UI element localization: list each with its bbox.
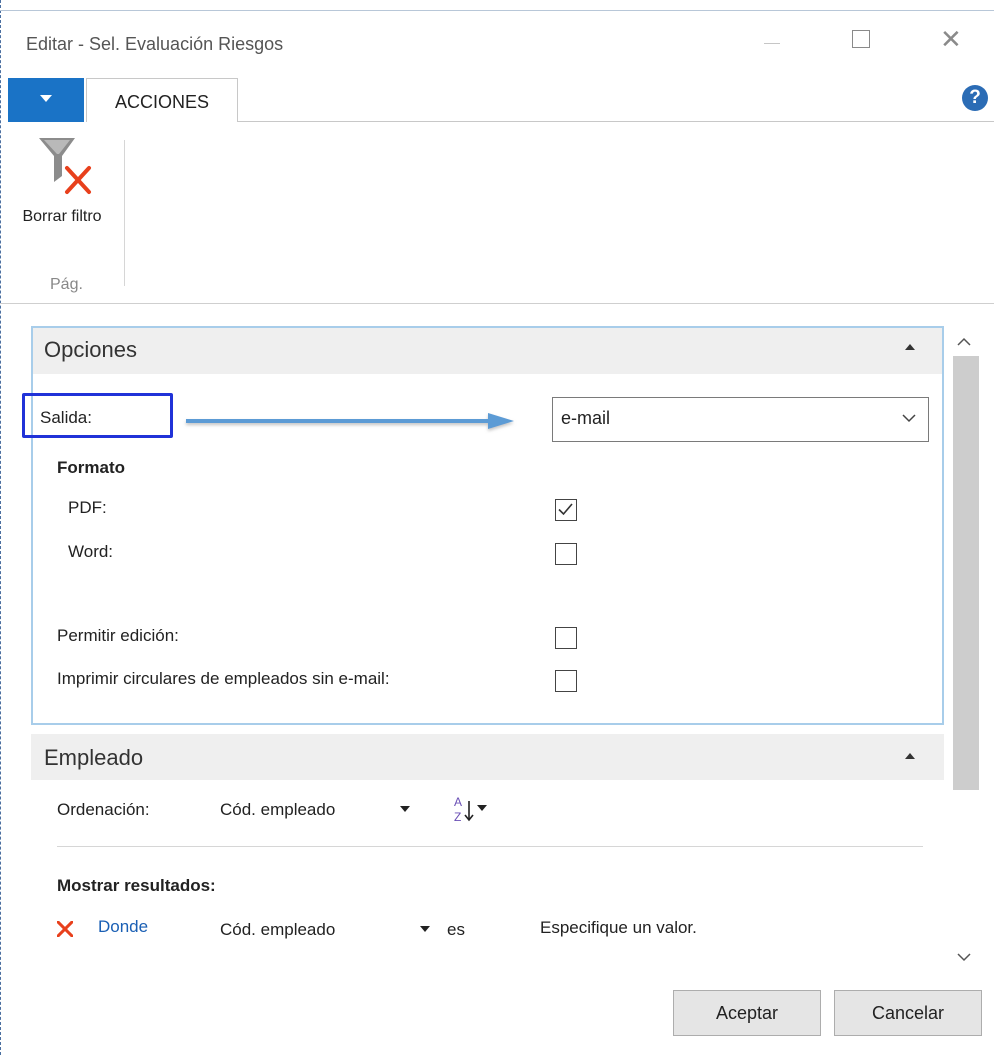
empleado-title: Empleado [44,745,144,770]
aceptar-button[interactable]: Aceptar [673,990,821,1036]
ribbon-group-label: Pág. [50,276,83,293]
filter-field-dropdown[interactable]: Cód. empleado [220,920,335,940]
clear-filter-button[interactable]: Borrar filtro [22,132,102,262]
imprimir-circulares-checkbox[interactable] [555,670,577,692]
window-edge [0,0,2,1055]
clear-filter-icon [39,138,91,194]
window-title: Editar - Sel. Evaluación Riesgos [26,34,284,54]
checkmark-icon [558,503,573,516]
permitir-edicion-checkbox[interactable] [555,627,577,649]
opciones-title: Opciones [44,337,137,362]
filter-value-input[interactable]: Especifique un valor. [540,918,697,938]
section-divider [57,846,923,847]
ribbon-group-divider [124,140,125,286]
cancelar-button[interactable]: Cancelar [834,990,982,1036]
annotation-arrow-icon [186,413,514,429]
sort-ascending-icon[interactable]: A Z [452,792,498,824]
salida-label: Salida: [40,408,92,427]
word-label: Word: [68,542,114,561]
caret-down-icon[interactable] [420,926,430,932]
chevron-down-icon [902,414,916,423]
donde-link[interactable]: Donde [98,917,148,937]
tab-acciones[interactable]: ACCIONES [86,78,238,122]
scroll-down-icon[interactable] [953,946,975,968]
pdf-label: PDF: [68,498,107,517]
scrollbar-thumb[interactable] [953,356,979,790]
formato-label: Formato [57,458,125,477]
scroll-up-icon[interactable] [953,331,975,353]
help-icon[interactable]: ? [962,85,988,111]
empleado-header[interactable] [31,734,944,780]
pdf-checkbox[interactable] [555,499,577,521]
opciones-collapse-icon[interactable] [905,344,915,350]
word-checkbox[interactable] [555,543,577,565]
sort-field-dropdown[interactable]: Cód. empleado [220,800,335,820]
imprimir-circulares-label: Imprimir circulares de empleados sin e-m… [57,669,390,688]
permitir-edicion-label: Permitir edición: [57,626,179,645]
opciones-panel [31,326,944,725]
close-button[interactable]: ✕ [940,26,962,52]
window-top-border [0,10,994,11]
ribbon-bottom-border [0,303,994,304]
clear-filter-label: Borrar filtro [22,208,102,225]
svg-text:Z: Z [454,810,461,824]
minimize-button[interactable] [762,33,784,51]
svg-text:A: A [454,795,462,809]
remove-filter-icon[interactable] [57,921,73,937]
salida-value: e-mail [561,408,611,428]
ordenacion-label: Ordenación: [57,800,150,819]
opciones-header[interactable] [33,328,942,374]
maximize-button[interactable] [852,30,870,48]
ribbon-menu-dropdown[interactable] [8,78,84,122]
ribbon-tab-line [238,121,994,122]
filter-operator: es [447,920,465,939]
mostrar-resultados-label: Mostrar resultados: [57,876,216,895]
empleado-collapse-icon[interactable] [905,753,915,759]
caret-down-icon[interactable] [400,806,410,812]
